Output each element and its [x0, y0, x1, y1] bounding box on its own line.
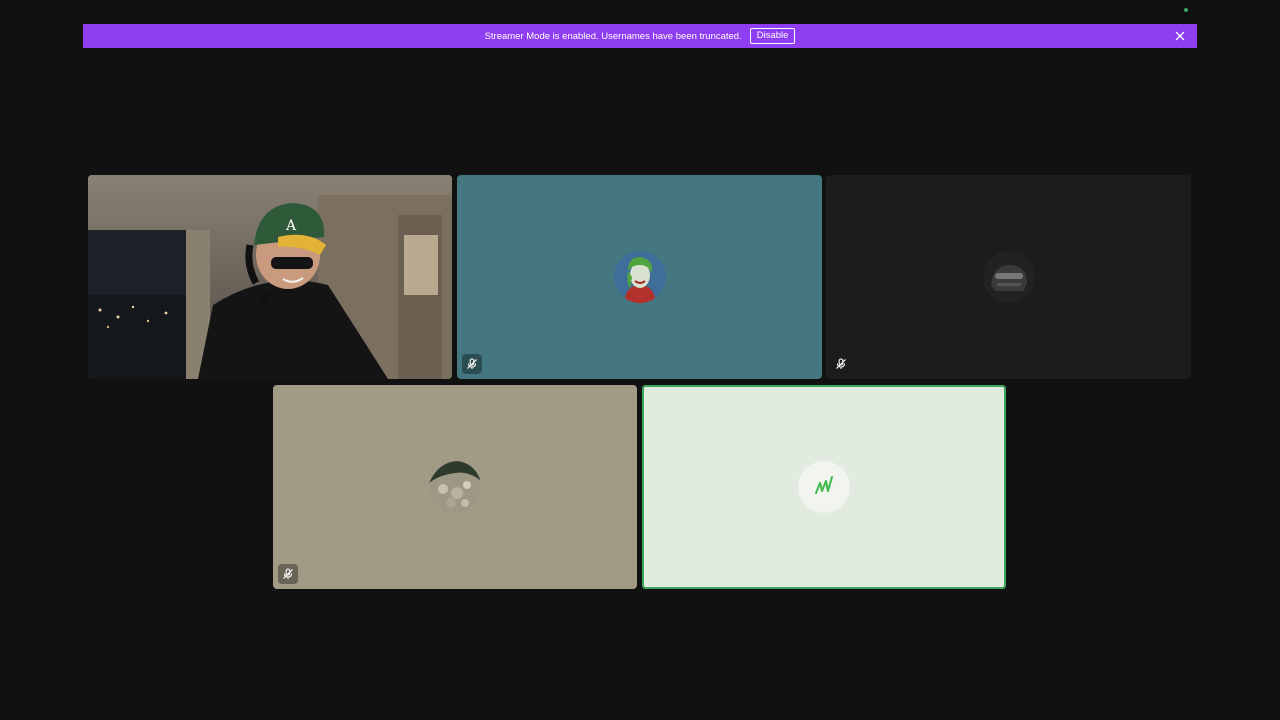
microphone-muted-icon [462, 354, 482, 374]
participant-tile[interactable] [826, 175, 1191, 379]
participant-tile[interactable] [457, 175, 822, 379]
participant-video-tile[interactable]: A [88, 175, 452, 379]
svg-text:A: A [285, 218, 297, 234]
microphone-muted-icon [278, 564, 298, 584]
dark-helmet-avatar [982, 251, 1035, 303]
banner-message: Streamer Mode is enabled. Usernames have… [484, 30, 742, 42]
rock-texture-avatar [429, 461, 481, 513]
voice-call-stage: Streamer Mode is enabled. Usernames have… [0, 0, 1280, 720]
participant-tile[interactable] [642, 385, 1006, 589]
participant-tile[interactable] [273, 385, 637, 589]
green-haired-joker-avatar [613, 251, 666, 303]
disable-streamer-mode-button[interactable]: Disable [749, 28, 796, 44]
green-logo-avatar [798, 461, 850, 513]
streamer-mode-banner: Streamer Mode is enabled. Usernames have… [83, 24, 1197, 48]
microphone-muted-icon [831, 354, 851, 374]
online-status-dot [1184, 8, 1188, 12]
camera-video-feed: A [88, 175, 452, 379]
close-icon[interactable] [1173, 29, 1187, 43]
